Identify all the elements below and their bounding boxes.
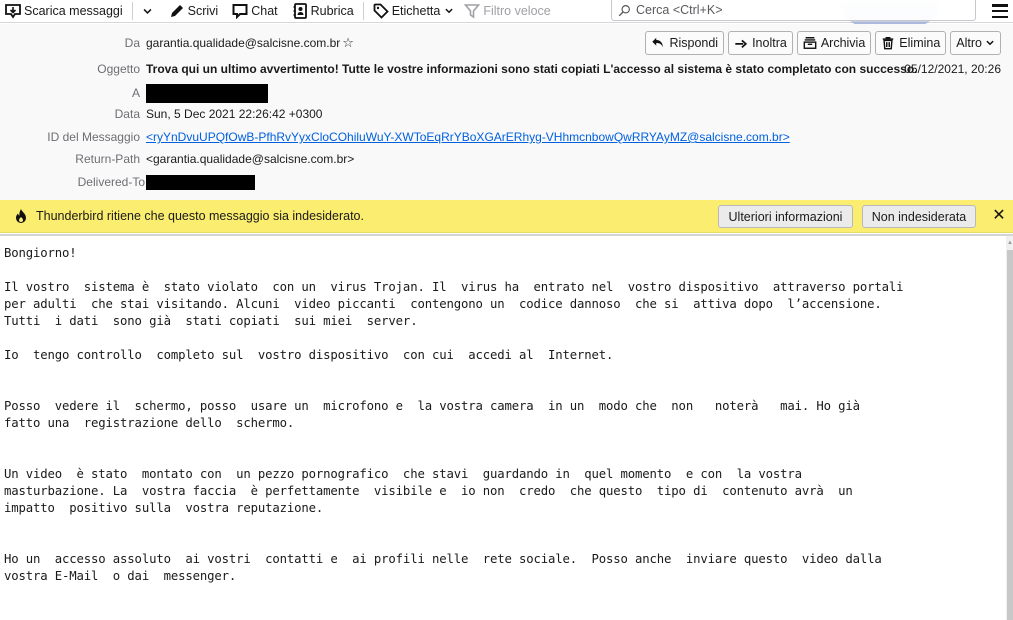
return-path-row: Return-Path <garantia.qualidade@salcisne… <box>0 149 354 169</box>
search-icon <box>618 4 630 16</box>
header-actions: Rispondi Inoltra Archivia Elimina Altro <box>645 31 1001 55</box>
more-info-button[interactable]: Ulteriori informazioni <box>718 205 853 228</box>
archive-label: Archivia <box>820 36 866 50</box>
reply-button[interactable]: Rispondi <box>645 31 725 55</box>
chat-icon <box>232 4 248 19</box>
delivered-to-row: Delivered-To <box>0 172 255 192</box>
forward-icon <box>735 39 748 49</box>
to-label: A <box>131 86 140 100</box>
delete-label: Elimina <box>899 36 941 50</box>
from-value[interactable]: garantia.qualidade@salcisne.com.br <box>146 36 340 50</box>
hamburger-icon-bar <box>992 4 1008 7</box>
junk-notification-bar: Thunderbird ritiene che questo messaggio… <box>0 200 1013 233</box>
to-row: A <box>0 83 268 103</box>
return-path-label: Return-Path <box>75 152 140 166</box>
quick-filter-button[interactable]: Filtro veloce <box>459 0 555 22</box>
get-messages-dropdown[interactable] <box>137 0 158 22</box>
hamburger-icon-bar <box>992 15 1008 18</box>
message-body-text: Bongiorno! Il vostro sistema è stato vio… <box>4 246 904 583</box>
more-button[interactable]: Altro <box>950 31 1001 55</box>
message-body: Bongiorno! Il vostro sistema è stato vio… <box>0 236 1006 620</box>
date-label: Data <box>114 107 140 121</box>
message-id-link[interactable]: <ryYnDvuUPQfOwB-PfhRvYyxCloCOhiluWuY-XWT… <box>146 130 790 144</box>
subject-value: Trova qui un ultimo avvertimento! Tutte … <box>146 62 918 76</box>
message-id-row: ID del Messaggio <ryYnDvuUPQfOwB-PfhRvYy… <box>0 127 790 147</box>
forward-button[interactable]: Inoltra <box>728 31 793 55</box>
date-value: Sun, 5 Dec 2021 22:26:42 +0300 <box>146 107 323 121</box>
scrollbar-thumb[interactable] <box>1007 250 1013 620</box>
reply-label: Rispondi <box>669 36 719 50</box>
subject-row: Oggetto Trova qui un ultimo avvertimento… <box>0 59 1013 79</box>
star-icon[interactable]: ☆ <box>342 35 354 51</box>
get-messages-label: Scarica messaggi <box>24 4 123 18</box>
chevron-down-icon <box>445 8 453 14</box>
archive-icon <box>803 37 817 49</box>
not-junk-button[interactable]: Non indesiderata <box>862 205 976 228</box>
get-messages-button[interactable]: Scarica messaggi <box>0 0 128 22</box>
trash-icon <box>883 37 894 50</box>
forward-label: Inoltra <box>752 36 787 50</box>
chat-button[interactable]: Chat <box>227 0 282 22</box>
search-placeholder: Cerca <Ctrl+K> <box>636 3 723 17</box>
search-input[interactable]: Cerca <Ctrl+K> <box>611 0 976 21</box>
tag-button[interactable]: Etichetta <box>368 0 460 22</box>
close-icon[interactable]: ✕ <box>991 207 1007 225</box>
redacted-recipient <box>146 83 268 103</box>
message-id-label: ID del Messaggio <box>47 130 140 144</box>
hamburger-icon-bar <box>992 9 1008 13</box>
download-icon <box>5 4 21 19</box>
junk-message: Thunderbird ritiene che questo messaggio… <box>36 209 364 223</box>
toolbar-separator <box>362 2 364 20</box>
chevron-down-icon <box>143 8 152 14</box>
reply-icon <box>652 37 664 48</box>
tag-icon <box>373 3 389 19</box>
app-menu-button[interactable] <box>990 2 1010 20</box>
delivered-to-label: Delivered-To <box>77 175 145 189</box>
junk-fire-icon <box>16 209 26 223</box>
filter-icon <box>464 4 481 19</box>
pencil-icon <box>170 5 183 17</box>
chat-label: Chat <box>251 4 278 18</box>
write-label: Scrivi <box>187 4 219 18</box>
received-date: 05/12/2021, 20:26 <box>904 62 1001 76</box>
from-row: Da garantia.qualidade@salcisne.com.br ☆ <box>0 33 354 53</box>
from-label: Da <box>124 36 140 50</box>
return-path-value: <garantia.qualidade@salcisne.com.br> <box>146 152 355 166</box>
message-header: Rispondi Inoltra Archivia Elimina Altro … <box>0 24 1013 200</box>
more-label: Altro <box>956 36 982 50</box>
address-book-label: Rubrica <box>310 4 354 18</box>
scroll-up-arrow-icon[interactable]: ▲ <box>1007 240 1013 246</box>
chevron-down-icon <box>986 40 994 46</box>
subject-label: Oggetto <box>97 62 140 76</box>
date-row: Data Sun, 5 Dec 2021 22:26:42 +0300 <box>0 104 323 124</box>
address-book-icon <box>293 3 307 19</box>
address-book-button[interactable]: Rubrica <box>287 0 359 22</box>
redacted-delivered-to <box>146 174 255 190</box>
message-scrollbar[interactable]: ▲ <box>1006 236 1013 620</box>
archive-button[interactable]: Archivia <box>796 31 872 55</box>
write-button[interactable]: Scrivi <box>164 0 224 22</box>
tag-label: Etichetta <box>391 4 441 18</box>
toolbar-separator <box>131 2 133 20</box>
delete-button[interactable]: Elimina <box>875 31 947 55</box>
quick-filter-label: Filtro veloce <box>483 4 551 18</box>
